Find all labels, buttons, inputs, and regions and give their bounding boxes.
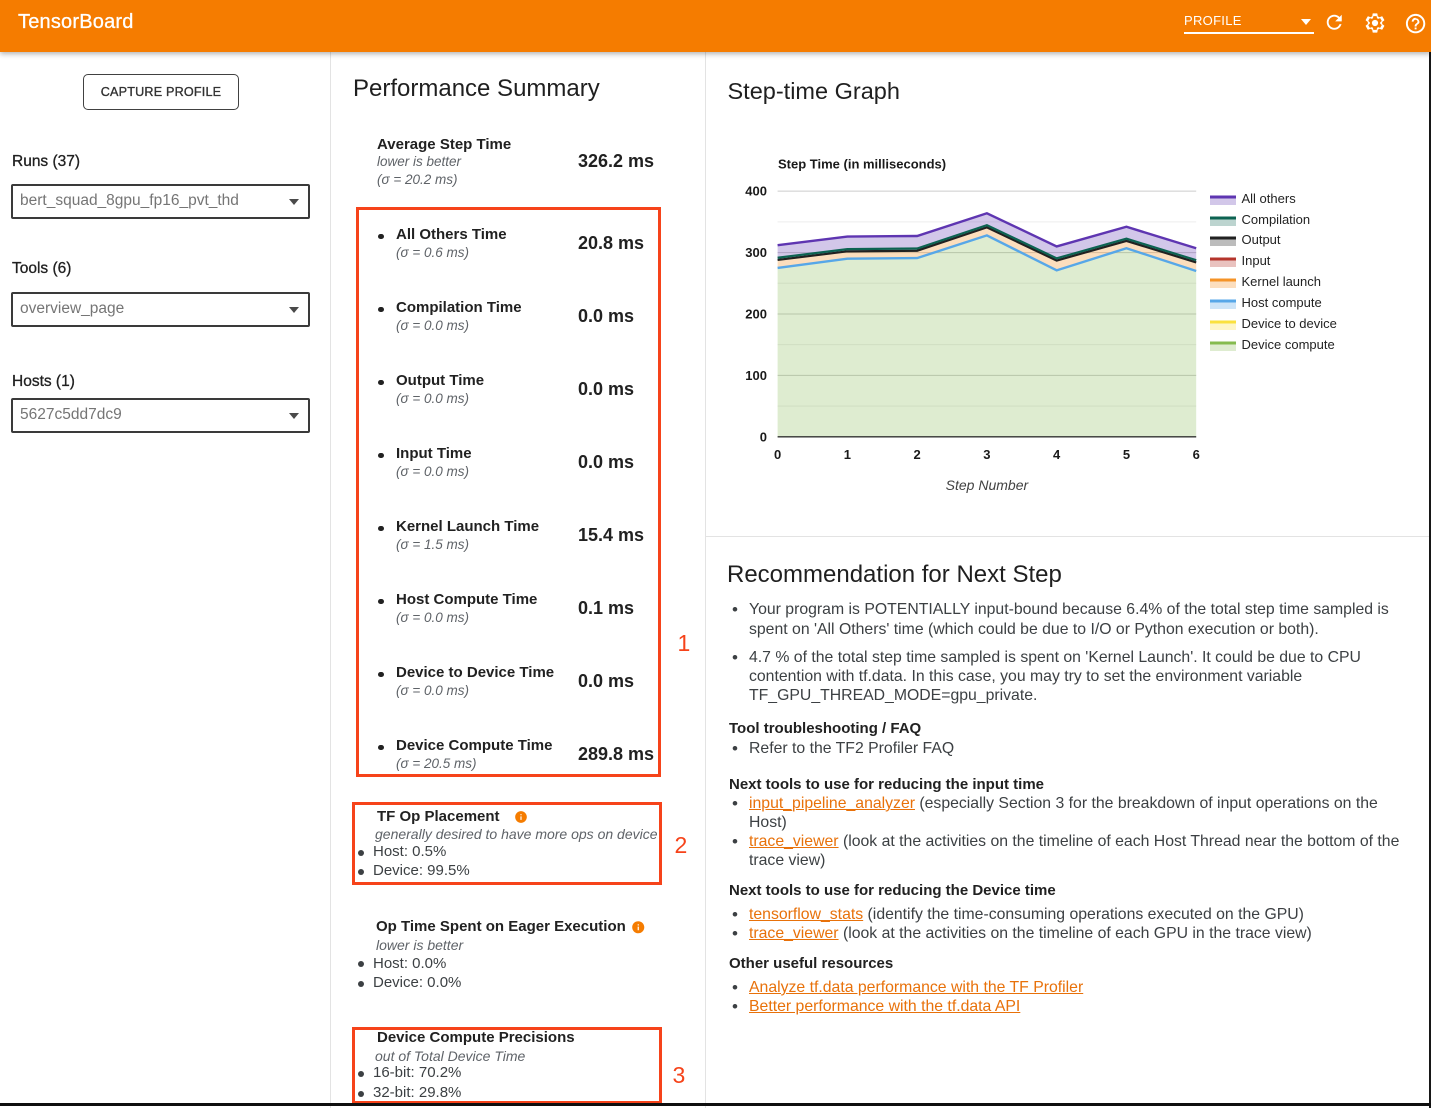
svg-text:5: 5	[1123, 447, 1130, 462]
svg-text:1: 1	[844, 447, 851, 462]
svg-text:200: 200	[745, 306, 767, 321]
svg-text:2: 2	[914, 447, 921, 462]
svg-text:3: 3	[983, 447, 990, 462]
svg-text:100: 100	[745, 368, 767, 383]
svg-text:400: 400	[745, 184, 767, 199]
svg-text:Step Time (in milliseconds): Step Time (in milliseconds)	[778, 157, 946, 172]
svg-text:0: 0	[774, 447, 781, 462]
svg-text:Step Number: Step Number	[946, 477, 1030, 493]
svg-text:0: 0	[760, 429, 767, 444]
svg-text:300: 300	[745, 245, 767, 260]
svg-text:4: 4	[1053, 447, 1061, 462]
svg-text:6: 6	[1193, 447, 1200, 462]
